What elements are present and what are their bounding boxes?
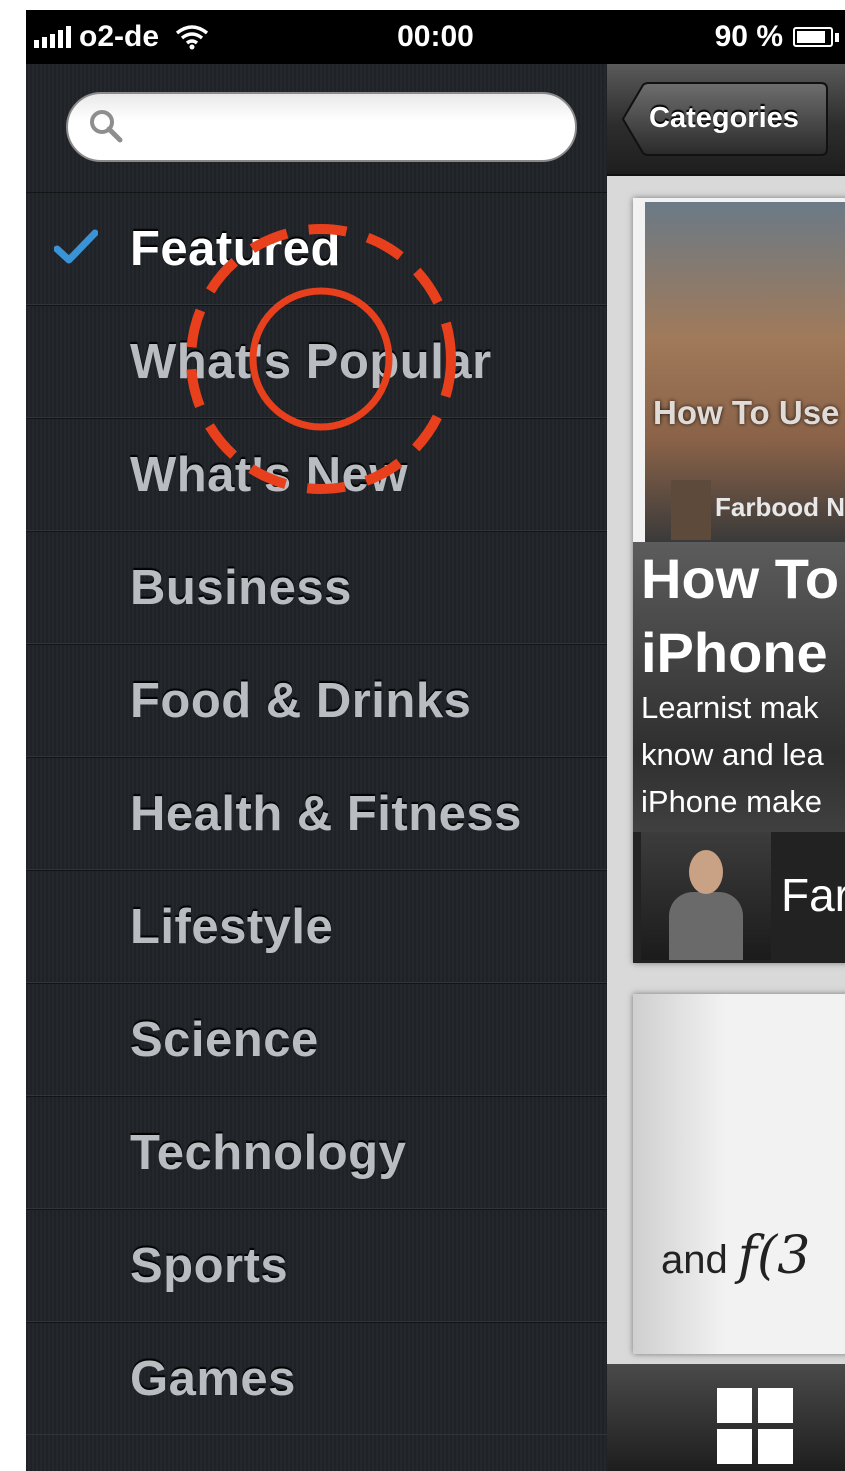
card-description: Learnist mak know and lea iPhone make bbox=[641, 684, 845, 825]
menu-item-label: Games bbox=[130, 1352, 296, 1406]
menu-item-science[interactable]: Science bbox=[26, 983, 607, 1096]
menu-item-whats-new[interactable]: What's New bbox=[26, 418, 607, 531]
card-author-name: Far bbox=[781, 869, 845, 921]
menu-item-sports[interactable]: Sports bbox=[26, 1209, 607, 1322]
menu-item-label: Featured bbox=[130, 222, 341, 276]
avatar bbox=[641, 832, 771, 960]
card-desc-line1: Learnist mak bbox=[641, 690, 819, 725]
nav-bar: Categories bbox=[607, 64, 845, 176]
back-button-label: Categories bbox=[649, 102, 799, 134]
featured-card[interactable]: How To Use Learnist Farbood N How To iPh… bbox=[633, 198, 845, 963]
card-thumbnail: How To Use Learnist Farbood N bbox=[645, 202, 845, 542]
category-list: Featured What's Popular What's New Busin… bbox=[26, 192, 607, 1435]
checkmark-icon bbox=[54, 229, 98, 264]
grid-icon[interactable] bbox=[717, 1388, 793, 1464]
second-card[interactable]: and f(3 bbox=[633, 994, 845, 1354]
card-desc-line2: know and lea bbox=[641, 737, 824, 772]
menu-item-food-drinks[interactable]: Food & Drinks bbox=[26, 644, 607, 757]
menu-item-label: Health & Fitness bbox=[130, 787, 522, 841]
status-bar: o2-de 00:00 90 % bbox=[26, 10, 845, 64]
menu-item-label: Lifestyle bbox=[130, 900, 334, 954]
thumbnail-title: How To Use Learnist bbox=[653, 394, 845, 431]
card-title-line1: How To bbox=[641, 547, 840, 610]
thumbnail-avatar bbox=[671, 480, 711, 540]
card2-formula: and f(3 bbox=[661, 1226, 810, 1286]
menu-item-lifestyle[interactable]: Lifestyle bbox=[26, 870, 607, 983]
card-body: How To iPhone Learnist mak know and lea … bbox=[633, 542, 845, 963]
card-author-row: Far bbox=[633, 832, 845, 963]
menu-item-business[interactable]: Business bbox=[26, 531, 607, 644]
content-panel: Categories How To Use Learnist Farbood N… bbox=[607, 64, 845, 1471]
phone-screen: o2-de 00:00 90 % Featured What's Popular… bbox=[26, 10, 845, 1471]
search-area bbox=[26, 64, 607, 192]
menu-item-label: What's Popular bbox=[130, 335, 492, 389]
category-menu: Featured What's Popular What's New Busin… bbox=[26, 64, 607, 1471]
bottom-tab-bar bbox=[607, 1364, 845, 1471]
card-title: How To iPhone bbox=[641, 542, 845, 690]
search-input[interactable] bbox=[134, 106, 558, 148]
card-title-line2: iPhone bbox=[641, 621, 828, 684]
battery-icon bbox=[793, 27, 833, 47]
menu-item-label: Science bbox=[130, 1013, 319, 1067]
search-field[interactable] bbox=[66, 92, 577, 162]
menu-item-technology[interactable]: Technology bbox=[26, 1096, 607, 1209]
menu-item-label: Business bbox=[130, 561, 352, 615]
battery-percent: 90 % bbox=[714, 20, 783, 53]
menu-item-whats-popular[interactable]: What's Popular bbox=[26, 305, 607, 418]
search-icon bbox=[90, 110, 123, 143]
menu-item-label: Sports bbox=[130, 1239, 289, 1293]
menu-item-label: Technology bbox=[130, 1126, 407, 1180]
thumbnail-author: Farbood N bbox=[715, 492, 845, 522]
menu-item-label: Food & Drinks bbox=[130, 674, 472, 728]
menu-item-health-fitness[interactable]: Health & Fitness bbox=[26, 757, 607, 870]
menu-item-games[interactable]: Games bbox=[26, 1322, 607, 1435]
categories-back-button[interactable]: Categories bbox=[621, 82, 829, 156]
battery-tip bbox=[835, 32, 839, 42]
formula-word: and bbox=[661, 1238, 728, 1282]
menu-item-featured[interactable]: Featured bbox=[26, 192, 607, 305]
menu-item-label: What's New bbox=[130, 448, 409, 502]
card-desc-line3: iPhone make bbox=[641, 784, 822, 819]
formula-text: f(3 bbox=[737, 1226, 811, 1286]
